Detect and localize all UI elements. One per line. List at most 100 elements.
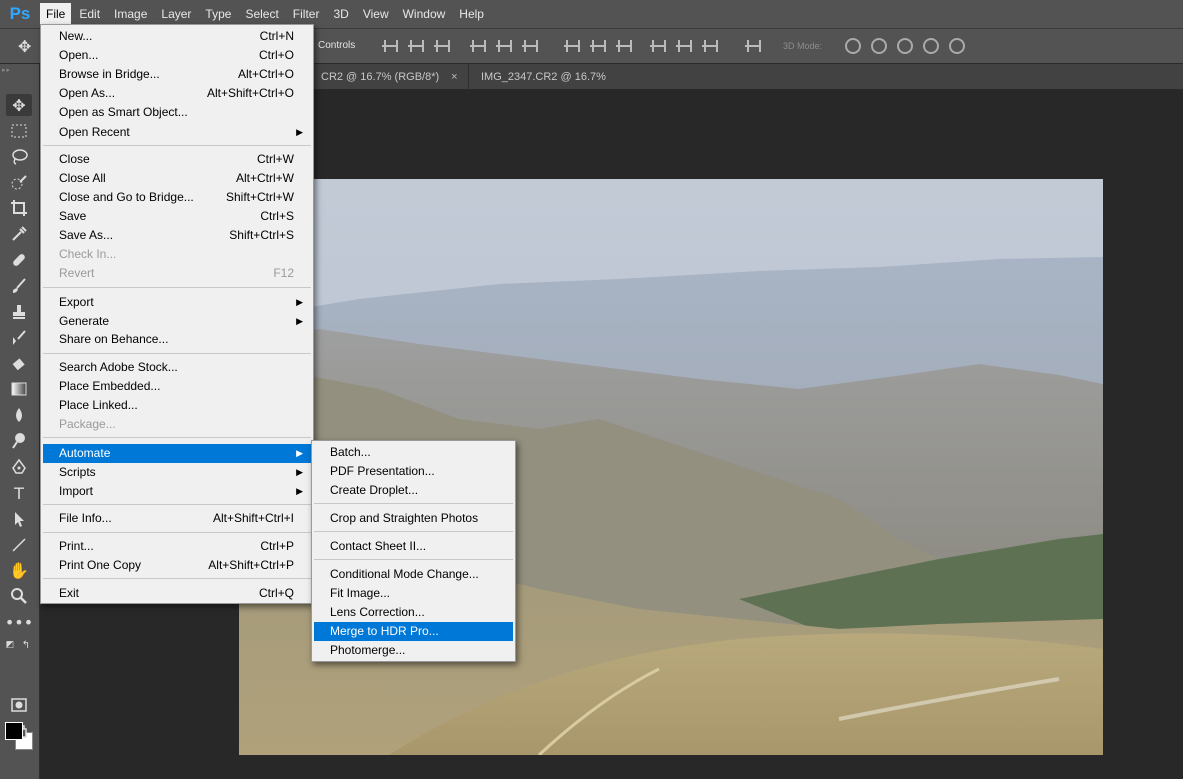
menu-item-file-info[interactable]: File Info... Alt+Shift+Ctrl+I	[43, 509, 311, 528]
align-right-icon[interactable]	[522, 39, 538, 53]
menu-item-contact-sheet[interactable]: Contact Sheet II...	[314, 537, 513, 556]
path-selection-tool-icon[interactable]	[6, 508, 32, 530]
menu-item-close[interactable]: Close Ctrl+W	[43, 150, 311, 169]
3d-slide-icon[interactable]	[923, 38, 939, 54]
default-colors-icon[interactable]: ◩	[2, 638, 18, 652]
pen-tool-icon[interactable]	[6, 456, 32, 478]
distribute-right-icon[interactable]	[702, 39, 718, 53]
brush-tool-icon[interactable]	[6, 275, 32, 297]
menu-item-label: Place Embedded...	[59, 379, 161, 393]
menu-item-open-as[interactable]: Open As... Alt+Shift+Ctrl+O	[43, 84, 311, 103]
3d-scale-icon[interactable]	[949, 38, 965, 54]
blur-tool-icon[interactable]	[6, 404, 32, 426]
menu-item-exit[interactable]: Exit Ctrl+Q	[43, 584, 311, 603]
menu-item-scripts[interactable]: Scripts ▶	[43, 463, 311, 482]
align-horizontal-center-icon[interactable]	[496, 39, 512, 53]
menu-separator	[43, 578, 311, 579]
auto-align-layers-icon[interactable]	[745, 39, 761, 53]
menu-item-automate[interactable]: Automate ▶	[43, 444, 311, 463]
menu-filter[interactable]: Filter	[287, 3, 326, 25]
menu-window[interactable]: Window	[397, 3, 452, 25]
menu-item-share-on-behance[interactable]: Share on Behance...	[43, 330, 311, 349]
more-tools-icon[interactable]: •••	[5, 611, 33, 633]
menu-item-lens-correction[interactable]: Lens Correction...	[314, 603, 513, 622]
menu-item-merge-to-hdr-pro[interactable]: Merge to HDR Pro...	[314, 622, 513, 641]
menu-item-batch[interactable]: Batch...	[314, 443, 513, 462]
align-left-icon[interactable]	[470, 39, 486, 53]
distribute-left-icon[interactable]	[650, 39, 666, 53]
menu-3d[interactable]: 3D	[327, 3, 354, 25]
menu-item-save-as[interactable]: Save As... Shift+Ctrl+S	[43, 226, 311, 245]
move-tool-icon[interactable]: ✥	[18, 37, 38, 57]
distribute-horizontal-center-icon[interactable]	[676, 39, 692, 53]
dodge-tool-icon[interactable]	[6, 430, 32, 452]
document-tab[interactable]: IMG_2347.CR2 @ 16.7% (RGB/8*)×	[468, 64, 668, 109]
healing-brush-tool-icon[interactable]	[6, 249, 32, 271]
menu-edit[interactable]: Edit	[73, 3, 106, 25]
menu-item-shortcut: Alt+Shift+Ctrl+O	[206, 86, 294, 100]
menu-item-close-all[interactable]: Close All Alt+Ctrl+W	[43, 169, 311, 188]
menu-item-save[interactable]: Save Ctrl+S	[43, 207, 311, 226]
hand-tool-icon[interactable]: ✋	[6, 559, 32, 581]
align-vertical-center-icon[interactable]	[408, 39, 424, 53]
3d-roll-icon[interactable]	[871, 38, 887, 54]
menu-layer[interactable]: Layer	[155, 3, 197, 25]
menu-item-label: Open...	[59, 48, 99, 62]
menu-view[interactable]: View	[357, 3, 395, 25]
crop-tool-icon[interactable]	[6, 197, 32, 219]
distribute-bottom-icon[interactable]	[616, 39, 632, 53]
menu-item-open[interactable]: Open... Ctrl+O	[43, 46, 311, 65]
history-brush-tool-icon[interactable]	[6, 327, 32, 349]
document-tab[interactable]: CR2 @ 16.7% (RGB/8*) ×	[313, 64, 463, 90]
marquee-tool-icon[interactable]	[6, 120, 32, 142]
3d-drag-icon[interactable]	[897, 38, 913, 54]
menu-item-close-go-to-bridge[interactable]: Close and Go to Bridge... Shift+Ctrl+W	[43, 188, 311, 207]
menu-item-crop-straighten[interactable]: Crop and Straighten Photos	[314, 509, 513, 528]
menu-item-conditional-mode-change[interactable]: Conditional Mode Change...	[314, 565, 513, 584]
eyedropper-tool-icon[interactable]	[6, 223, 32, 245]
menu-item-new[interactable]: New... Ctrl+N	[43, 27, 311, 46]
quick-mask-icon[interactable]	[6, 694, 32, 716]
gradient-tool-icon[interactable]	[6, 378, 32, 400]
menu-item-search-adobe-stock[interactable]: Search Adobe Stock...	[43, 358, 311, 377]
zoom-tool-icon[interactable]	[6, 585, 32, 607]
menu-item-print[interactable]: Print... Ctrl+P	[43, 537, 311, 556]
menu-item-export[interactable]: Export ▶	[43, 293, 311, 312]
show-transform-controls-label[interactable]: Controls	[318, 40, 355, 51]
menu-item-photomerge[interactable]: Photomerge...	[314, 641, 513, 660]
menu-item-print-one-copy[interactable]: Print One Copy Alt+Shift+Ctrl+P	[43, 556, 311, 575]
menu-item-label: Revert	[59, 266, 95, 280]
lasso-tool-icon[interactable]	[6, 146, 32, 168]
menu-item-import[interactable]: Import ▶	[43, 482, 311, 501]
3d-rotate-icon[interactable]	[845, 38, 861, 54]
panel-collapse-handle[interactable]: ▸▸	[2, 66, 38, 74]
swap-colors-icon[interactable]: ↰	[18, 638, 34, 652]
move-tool-icon[interactable]: ✥	[6, 94, 32, 116]
eraser-tool-icon[interactable]	[6, 353, 32, 375]
menu-item-fit-image[interactable]: Fit Image...	[314, 584, 513, 603]
menu-image[interactable]: Image	[108, 3, 153, 25]
menu-item-check-in: Check In...	[43, 245, 311, 264]
type-tool-icon[interactable]: T	[6, 482, 32, 504]
menu-item-create-droplet[interactable]: Create Droplet...	[314, 481, 513, 500]
menu-help[interactable]: Help	[453, 3, 490, 25]
menu-file[interactable]: File	[40, 3, 72, 25]
foreground-color-swatch[interactable]	[5, 722, 23, 740]
align-top-icon[interactable]	[382, 39, 398, 53]
quick-selection-tool-icon[interactable]	[6, 172, 32, 194]
distribute-top-icon[interactable]	[564, 39, 580, 53]
menu-item-place-embedded[interactable]: Place Embedded...	[43, 377, 311, 396]
menu-item-open-recent[interactable]: Open Recent ▶	[43, 123, 311, 142]
menu-type[interactable]: Type	[199, 3, 237, 25]
distribute-vertical-center-icon[interactable]	[590, 39, 606, 53]
menu-item-pdf-presentation[interactable]: PDF Presentation...	[314, 462, 513, 481]
menu-item-browse-in-bridge[interactable]: Browse in Bridge... Alt+Ctrl+O	[43, 65, 311, 84]
menu-item-place-linked[interactable]: Place Linked...	[43, 396, 311, 415]
menu-item-generate[interactable]: Generate ▶	[43, 312, 311, 331]
align-bottom-icon[interactable]	[434, 39, 450, 53]
line-tool-icon[interactable]	[6, 534, 32, 556]
close-tab-icon[interactable]: ×	[451, 71, 457, 83]
menu-item-open-smart-object[interactable]: Open as Smart Object...	[43, 103, 311, 122]
clone-stamp-tool-icon[interactable]	[6, 301, 32, 323]
menu-select[interactable]: Select	[239, 3, 284, 25]
